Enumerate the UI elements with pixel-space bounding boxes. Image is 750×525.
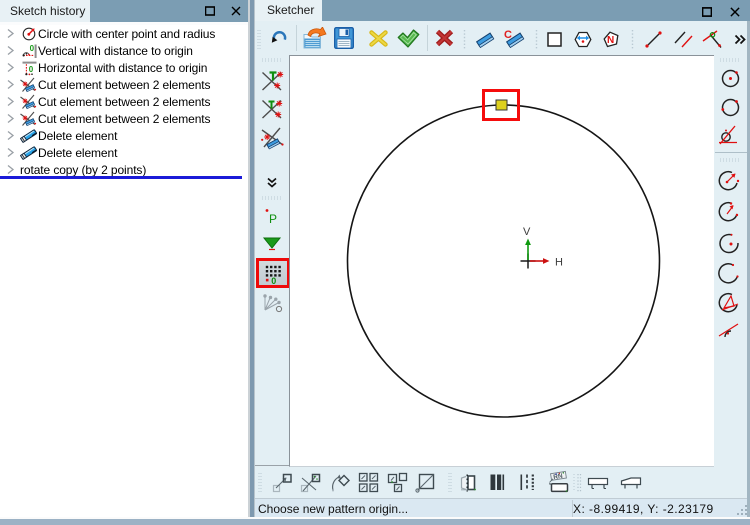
svg-text:P: P (269, 212, 277, 226)
svg-text:V: V (523, 226, 531, 238)
svg-text:RN: RN (553, 473, 564, 481)
svg-text:0: 0 (30, 44, 35, 53)
svg-text:0: 0 (29, 65, 34, 74)
svg-text:N: N (607, 35, 614, 46)
svg-text:H: H (555, 257, 563, 269)
svg-text:0: 0 (271, 276, 276, 285)
